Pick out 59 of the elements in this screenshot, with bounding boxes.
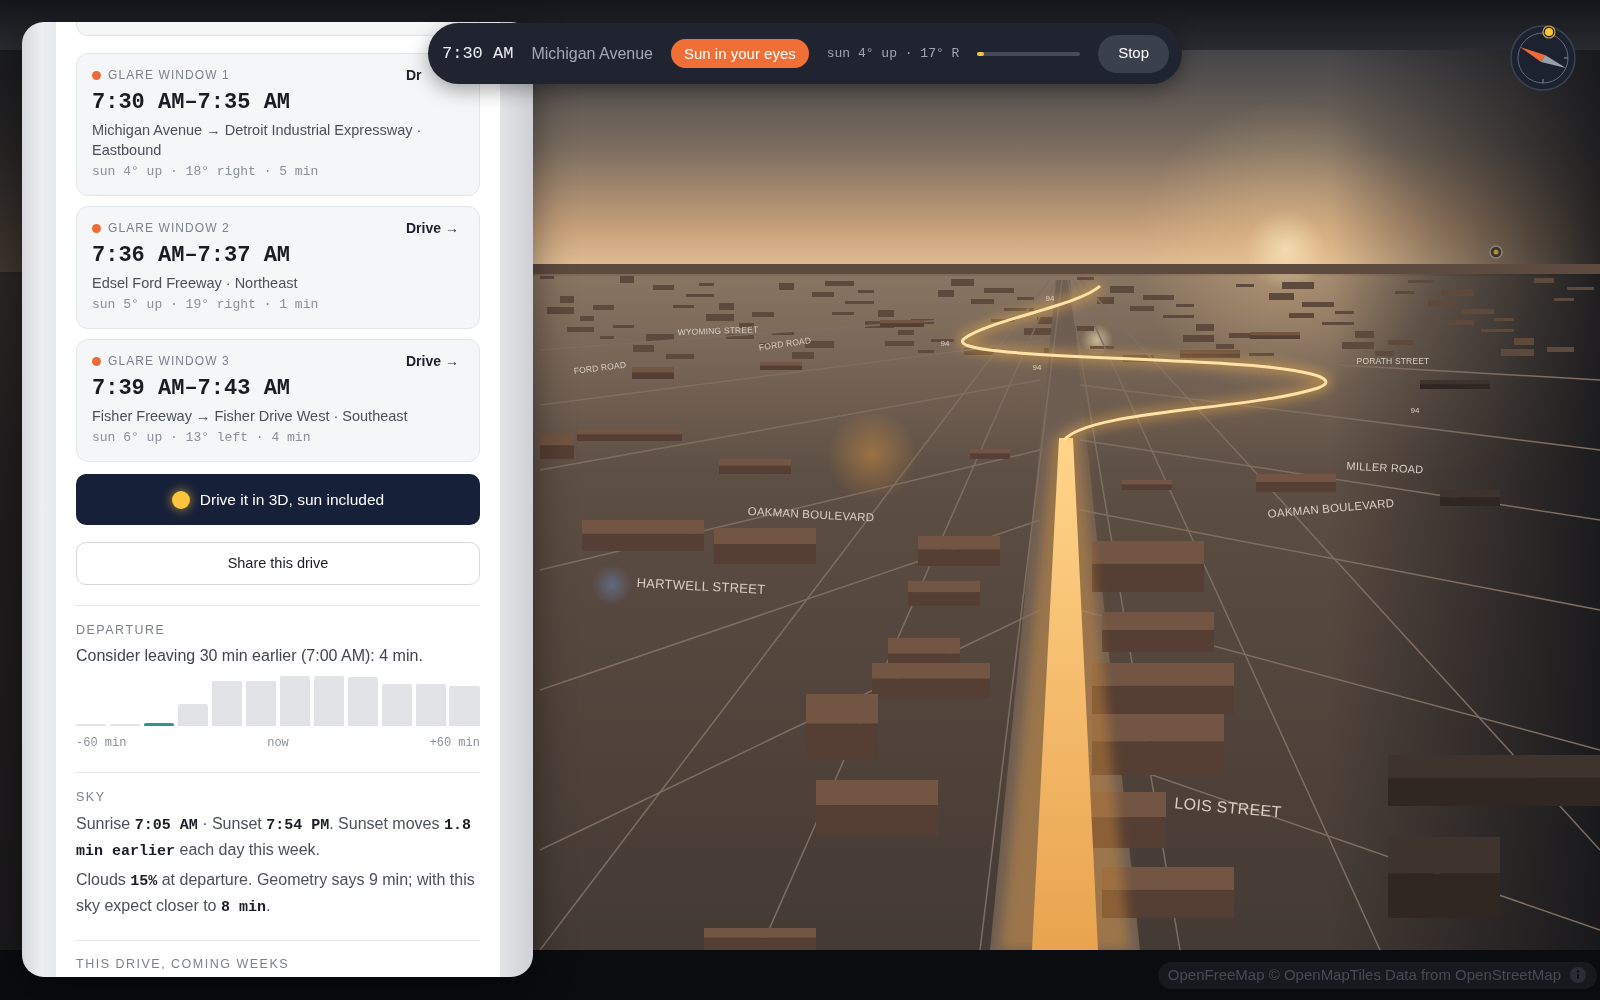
glare-alert: Sun in your eyes: [671, 39, 809, 68]
building: [1122, 480, 1172, 490]
glare-time-range: 7:36 AM–7:37 AM: [92, 242, 292, 270]
section-heading: DEPARTURE: [76, 622, 166, 638]
map-label: FORD ROAD: [758, 336, 812, 352]
map-label: OAKMAN BOULEVARD: [747, 505, 875, 525]
route-description: Michigan Avenue → Detroit Industrial Expressway · Eastbound: [92, 121, 423, 160]
route-description: Edsel Ford Freeway · Northeast: [92, 274, 299, 293]
sky-paragraph: Clouds 15% at departure. Geometry says 9 min; with this sky expect closer to 8 min.: [76, 870, 476, 918]
sun-reading: sun 4° up · 17° R: [826, 44, 960, 63]
building: [1420, 380, 1490, 389]
map-label: HARTWELL STREET: [636, 576, 766, 596]
sun-detail: sun 6° up · 13° left · 4 min: [92, 429, 312, 447]
map-label: 94: [940, 340, 950, 348]
map-label: PORATH STREET: [1356, 356, 1430, 366]
building: [880, 320, 924, 327]
building: [1250, 332, 1300, 339]
axis-label: -60 min: [76, 735, 127, 751]
building: [632, 367, 674, 379]
drive-link[interactable]: Dr: [406, 67, 422, 83]
share-button[interactable]: Share this drive: [76, 542, 480, 585]
compass-icon[interactable]: [1508, 22, 1578, 92]
ring-marker-icon: [1489, 245, 1503, 259]
building: [540, 434, 574, 459]
current-time: 7:30 AM: [442, 42, 514, 65]
glare-window-label: GLARE WINDOW 2: [108, 220, 230, 236]
building: [1180, 350, 1240, 358]
section-heading: THIS DRIVE, COMING WEEKS: [76, 956, 290, 972]
map-label: OAKMAN BOULEVARD: [1267, 497, 1395, 521]
route-description: Fisher Freeway → Fisher Drive West · Southeast: [92, 407, 409, 426]
axis-label: now: [267, 735, 289, 751]
street-name: Michigan Avenue: [531, 43, 653, 64]
sky-paragraph: Sunrise 7:05 AM · Sunset 7:54 PM. Sunset moves 1.8 min earlier each day this week.: [76, 814, 472, 862]
drive-link[interactable]: Drive →: [406, 220, 459, 236]
map-label: 94: [1032, 364, 1042, 372]
drive-3d-button[interactable]: Drive it in 3D, sun included: [76, 474, 480, 525]
building: [908, 581, 980, 606]
sun-detail: sun 5° up · 19° right · 1 min: [92, 296, 320, 314]
departure-advice: Consider leaving 30 min earlier (7:00 AM): 4 min.: [76, 646, 424, 666]
building: [760, 362, 802, 370]
glare-time-range: 7:39 AM–7:43 AM: [92, 375, 292, 403]
map-label: LOIS STREET: [1173, 795, 1283, 821]
stop-button[interactable]: Stop: [1098, 34, 1169, 73]
building: [719, 459, 791, 474]
section-heading: SKY: [76, 789, 106, 805]
sun-detail: sun 4° up · 18° right · 5 min: [92, 163, 320, 181]
map-label: MILLER ROAD: [1346, 460, 1424, 476]
building: [970, 449, 1010, 459]
sun-icon: [171, 490, 190, 509]
map-label: 94: [1410, 407, 1420, 415]
glare-time-range: 7:30 AM–7:35 AM: [92, 89, 292, 117]
drive-link[interactable]: Drive →: [406, 353, 459, 369]
building: [1440, 490, 1500, 506]
map-label: 94: [1045, 295, 1055, 303]
axis-label: +60 min: [429, 735, 480, 751]
map-label: FORD ROAD: [573, 360, 627, 376]
glare-window-label: GLARE WINDOW 1: [108, 67, 230, 83]
map-label: WYOMING STREET: [677, 325, 759, 337]
glare-window-label: GLARE WINDOW 3: [108, 353, 230, 369]
